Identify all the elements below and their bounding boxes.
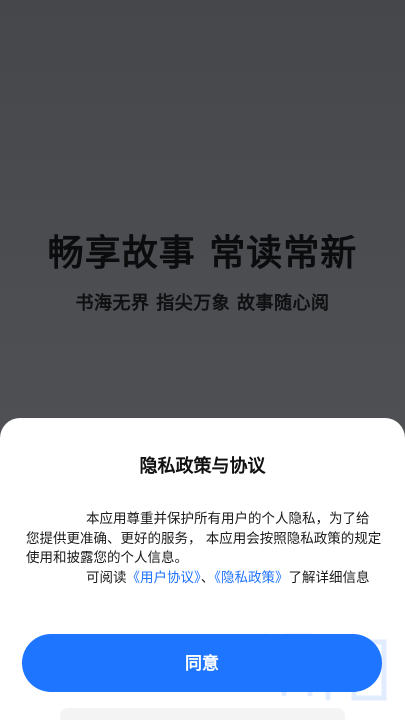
privacy-policy-link[interactable]: 《隐私政策》 [214, 570, 288, 586]
agree-button[interactable]: 同意 [22, 634, 382, 692]
read-prefix: 可阅读 [86, 569, 127, 586]
agreement-paragraph: 可阅读《用户协议》、《隐私政策》了解详细信息 [26, 569, 382, 589]
user-agreement-link[interactable]: 《用户协议》 [127, 570, 201, 586]
slogan-subtitle: 书海无界 指尖万象 故事随心阅 [75, 293, 330, 314]
privacy-dialog: 隐私政策与协议 本应用尊重并保护所有用户的个人隐私，为了给您提供更准确、更好的服… [0, 418, 405, 720]
dialog-title: 隐私政策与协议 [139, 456, 266, 477]
secondary-button-edge [60, 708, 345, 720]
slogan-headline: 畅享故事 常读常新 [47, 232, 358, 274]
privacy-paragraph: 本应用尊重并保护所有用户的个人隐私，为了给您提供更准确、更好的服务， 本应用会按… [26, 511, 382, 566]
dialog-body: 本应用尊重并保护所有用户的个人隐私，为了给您提供更准确、更好的服务， 本应用会按… [26, 510, 382, 588]
read-suffix: 了解详细信息 [288, 569, 370, 586]
link-separator: 、 [200, 569, 215, 586]
